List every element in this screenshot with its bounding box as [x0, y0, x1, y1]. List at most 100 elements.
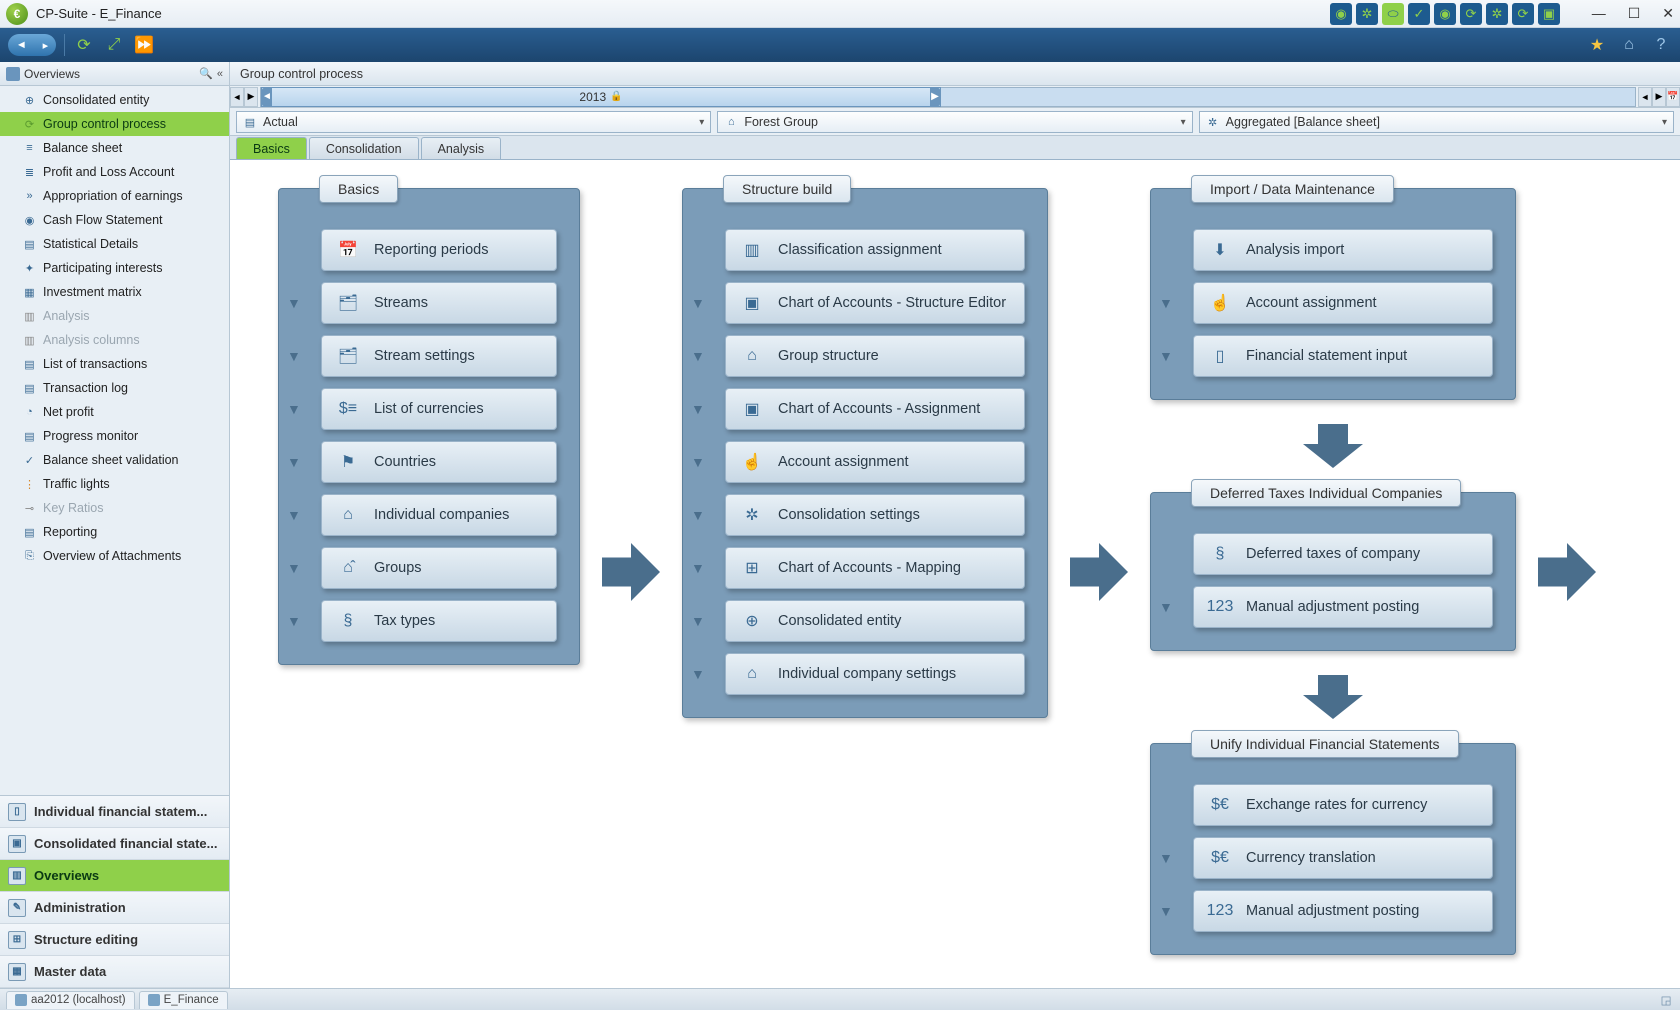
card-list-of-currencies[interactable]: $≡List of currencies: [321, 388, 557, 430]
bottom-nav-2[interactable]: ▥Overviews: [0, 860, 229, 892]
card-group-structure[interactable]: ⌂Group structure: [725, 335, 1025, 377]
card-account-assignment[interactable]: ☝Account assignment: [725, 441, 1025, 483]
sidebar-item-18[interactable]: ▤Reporting: [0, 520, 229, 544]
lock-icon: 🔒: [610, 91, 622, 102]
timeline-track[interactable]: ◄ 2013 🔒 ▶: [260, 87, 1636, 107]
card-currency-translation[interactable]: $€Currency translation: [1193, 837, 1493, 879]
sidebar-item-8[interactable]: ▦Investment matrix: [0, 280, 229, 304]
card-individual-company-settings[interactable]: ⌂Individual company settings: [725, 653, 1025, 695]
tab-consolidation[interactable]: Consolidation: [309, 137, 419, 159]
status-tab-connection[interactable]: aa2012 (localhost): [6, 991, 135, 1009]
favorite-icon[interactable]: ★: [1586, 34, 1608, 56]
sidebar-item-19[interactable]: ⎘Overview of Attachments: [0, 544, 229, 568]
filter-group[interactable]: ⌂ Forest Group: [717, 111, 1192, 133]
card-financial-statement-input[interactable]: ▯Financial statement input: [1193, 335, 1493, 377]
quick-icon-6[interactable]: ⟳: [1460, 3, 1482, 25]
sidebar-item-11[interactable]: ▤List of transactions: [0, 352, 229, 376]
bottom-nav-0[interactable]: ▯Individual financial statem...: [0, 796, 229, 828]
quick-icon-7[interactable]: ✲: [1486, 3, 1508, 25]
resize-grip-icon[interactable]: ◲: [1658, 992, 1674, 1008]
sidebar-item-label: Analysis: [43, 309, 90, 323]
sidebar-collapse-icon[interactable]: «: [217, 68, 223, 80]
quick-icon-4[interactable]: ✓: [1408, 3, 1430, 25]
refresh-icon[interactable]: ⟳: [73, 34, 95, 56]
card-groups[interactable]: ⌂̂Groups: [321, 547, 557, 589]
sidebar-item-7[interactable]: ✦Participating interests: [0, 256, 229, 280]
sidebar-item-2[interactable]: ≡Balance sheet: [0, 136, 229, 160]
tab-analysis[interactable]: Analysis: [421, 137, 502, 159]
sidebar-item-12[interactable]: ▤Transaction log: [0, 376, 229, 400]
card-account-assignment[interactable]: ☝Account assignment: [1193, 282, 1493, 324]
card-deferred-taxes-of-company[interactable]: §Deferred taxes of company: [1193, 533, 1493, 575]
window-minimize-icon[interactable]: —: [1592, 5, 1606, 22]
help-icon[interactable]: ?: [1650, 34, 1672, 56]
panel-structure-title: Structure build: [723, 175, 851, 203]
filter-scenario[interactable]: ▤ Actual: [236, 111, 711, 133]
card-exchange-rates-for-currency[interactable]: $€Exchange rates for currency: [1193, 784, 1493, 826]
card-individual-companies[interactable]: ⌂Individual companies: [321, 494, 557, 536]
card-icon: ☝: [740, 450, 764, 474]
quick-icon-1[interactable]: ◉: [1330, 3, 1352, 25]
quick-icon-9[interactable]: ▣: [1538, 3, 1560, 25]
timeline-next-fast[interactable]: ▶: [1652, 87, 1666, 107]
sidebar-item-16[interactable]: ⋮Traffic lights: [0, 472, 229, 496]
nav-back-forward[interactable]: ◄▸: [8, 34, 56, 56]
quick-icon-3[interactable]: ⬭: [1382, 3, 1404, 25]
card-consolidated-entity[interactable]: ⊕Consolidated entity: [725, 600, 1025, 642]
card-manual-adjustment-posting[interactable]: 123Manual adjustment posting: [1193, 890, 1493, 932]
status-tab-database[interactable]: E_Finance: [139, 991, 228, 1009]
card-stream-settings[interactable]: 🗂Stream settings: [321, 335, 557, 377]
bottom-nav-5[interactable]: ▦Master data: [0, 956, 229, 988]
sidebar-item-14[interactable]: ▤Progress monitor: [0, 424, 229, 448]
step-down-icon: ▼: [691, 613, 705, 629]
timeline-grip-right[interactable]: ▶: [930, 88, 940, 106]
quick-icon-5[interactable]: ◉: [1434, 3, 1456, 25]
quick-icon-2[interactable]: ✲: [1356, 3, 1378, 25]
sidebar-search-icon[interactable]: 🔍: [199, 67, 213, 80]
card-reporting-periods[interactable]: 📅Reporting periods: [321, 229, 557, 271]
card-icon: §: [336, 609, 360, 633]
card-chart-of-accounts-structure-editor[interactable]: ▣Chart of Accounts - Structure Editor: [725, 282, 1025, 324]
card-classification-assignment[interactable]: ▥Classification assignment: [725, 229, 1025, 271]
sidebar-item-15[interactable]: ✓Balance sheet validation: [0, 448, 229, 472]
forward-icon[interactable]: ⏩: [133, 34, 155, 56]
timeline-handle[interactable]: ◄ 2013 🔒 ▶: [261, 87, 941, 107]
timeline-next[interactable]: ◄: [1638, 87, 1652, 107]
timeline-calendar-icon[interactable]: 📅: [1666, 87, 1680, 107]
quick-icon-8[interactable]: ⟳: [1512, 3, 1534, 25]
card-consolidation-settings[interactable]: ✲Consolidation settings: [725, 494, 1025, 536]
timeline-prev[interactable]: ▶: [244, 87, 258, 107]
tab-basics[interactable]: Basics: [236, 137, 307, 159]
card-icon: ▣: [740, 397, 764, 421]
bottom-nav-4[interactable]: ⊞Structure editing: [0, 924, 229, 956]
card-chart-of-accounts-assignment[interactable]: ▣Chart of Accounts - Assignment: [725, 388, 1025, 430]
sidebar-item-3[interactable]: ≣Profit and Loss Account: [0, 160, 229, 184]
card-analysis-import[interactable]: ⬇Analysis import: [1193, 229, 1493, 271]
sidebar-item-icon: ≡: [22, 141, 37, 156]
app-logo-icon: [6, 3, 28, 25]
sidebar-item-13[interactable]: ◔Net profit: [0, 400, 229, 424]
card-countries[interactable]: ⚑Countries: [321, 441, 557, 483]
bottom-nav-3[interactable]: ✎Administration: [0, 892, 229, 924]
home-icon[interactable]: ⌂: [1618, 34, 1640, 56]
card-manual-adjustment-posting[interactable]: 123Manual adjustment posting: [1193, 586, 1493, 628]
sidebar-item-0[interactable]: ⊕Consolidated entity: [0, 88, 229, 112]
sidebar-item-5[interactable]: ◉Cash Flow Statement: [0, 208, 229, 232]
bottom-nav-1[interactable]: ▣Consolidated financial state...: [0, 828, 229, 860]
card-icon: 123: [1208, 595, 1232, 619]
sidebar-item-icon: »: [22, 189, 37, 204]
expand-icon[interactable]: ⤢: [103, 34, 125, 56]
card-streams[interactable]: 🗂Streams: [321, 282, 557, 324]
sidebar-item-4[interactable]: »Appropriation of earnings: [0, 184, 229, 208]
timeline-grip-left[interactable]: ◄: [262, 88, 272, 106]
sidebar-item-1[interactable]: ⟳Group control process: [0, 112, 229, 136]
card-icon: ⌂: [336, 503, 360, 527]
sidebar-item-6[interactable]: ▤Statistical Details: [0, 232, 229, 256]
window-close-icon[interactable]: ✕: [1662, 5, 1674, 22]
flow-arrow-right-2: [1070, 540, 1128, 604]
window-maximize-icon[interactable]: ☐: [1628, 5, 1641, 22]
filter-view[interactable]: ✲ Aggregated [Balance sheet]: [1199, 111, 1674, 133]
timeline-prev-fast[interactable]: ◄: [230, 87, 244, 107]
card-chart-of-accounts-mapping[interactable]: ⊞Chart of Accounts - Mapping: [725, 547, 1025, 589]
card-tax-types[interactable]: §Tax types: [321, 600, 557, 642]
